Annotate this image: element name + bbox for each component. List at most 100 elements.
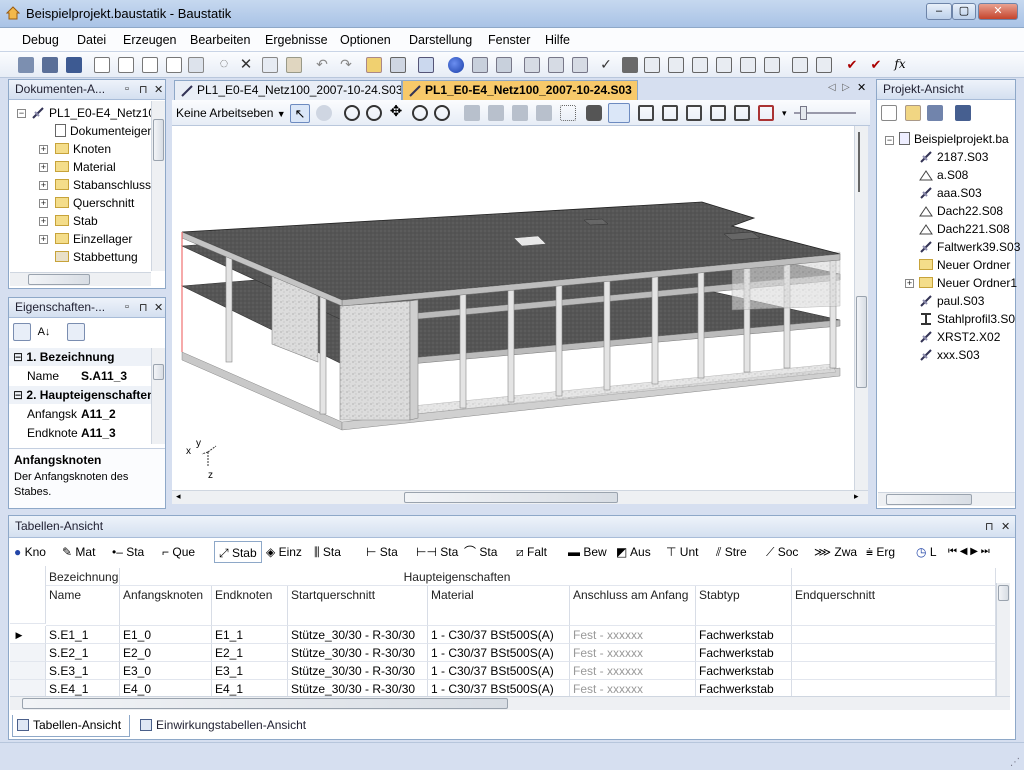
scroll-thumb[interactable] [886, 494, 972, 505]
project-item[interactable]: Stahlprofil3.S0 [919, 310, 1015, 328]
menu-fenster[interactable]: Fenster [488, 33, 530, 47]
rotate-icon[interactable] [472, 57, 488, 73]
layer-up-icon[interactable] [716, 57, 732, 73]
panel-close-icon[interactable]: ✕ [154, 83, 163, 96]
project-item[interactable]: Faltwerk39.S03 [919, 238, 1020, 256]
table-cell[interactable]: E1_1 [212, 626, 288, 644]
table-cell[interactable]: Fest - xxxxxx [570, 680, 696, 696]
prev-icon[interactable]: ◀ [960, 546, 968, 557]
tool-zwangsbedingung[interactable]: ⋙ Zwa [814, 541, 857, 563]
cube-icon[interactable] [390, 57, 406, 73]
scroll-thumb[interactable] [153, 364, 164, 380]
expand-icon[interactable]: + [39, 235, 48, 244]
scroll-thumb[interactable] [28, 274, 90, 285]
row-selector[interactable] [10, 662, 46, 680]
project-item[interactable]: Dach221.S08 [919, 220, 1010, 238]
pen-icon[interactable] [622, 57, 638, 73]
layer-copy-icon[interactable] [764, 57, 780, 73]
documents-hscrollbar[interactable] [10, 272, 151, 286]
expand-icon[interactable]: + [39, 199, 48, 208]
categorized-icon[interactable] [13, 323, 31, 341]
bottom-tab-tabellen[interactable]: Tabellen-Ansicht [12, 715, 130, 737]
panel-close-icon[interactable]: ✕ [154, 301, 163, 314]
text-icon[interactable] [692, 57, 708, 73]
tree-item-stabbettung[interactable]: Stabbettung [55, 248, 138, 266]
table-cell[interactable]: E1_0 [120, 626, 212, 644]
bottom-tab-einwirkung[interactable]: Einwirkungstabellen-Ansicht [136, 715, 316, 737]
printer-icon[interactable] [188, 57, 204, 73]
tool-knoten[interactable]: ● Kno [14, 541, 46, 563]
undo-icon[interactable]: ↶ [314, 57, 330, 73]
pin-icon[interactable]: ⊓ [985, 520, 994, 533]
viewport-vscrollbar[interactable] [854, 126, 868, 490]
edit-node-icon[interactable] [496, 57, 512, 73]
check-alt-icon[interactable]: ✔ [868, 57, 884, 73]
table-cell[interactable] [792, 680, 996, 696]
project-item[interactable]: 2187.S03 [919, 148, 988, 166]
view-side-icon[interactable] [536, 105, 552, 121]
tree-item-querschnitt[interactable]: Querschnitt [55, 194, 134, 212]
table-cell[interactable]: Fachwerkstab [696, 626, 792, 644]
row-selector-active[interactable]: ▶ [10, 626, 46, 644]
first-icon[interactable]: ⏮ [948, 546, 957, 557]
table-cell[interactable]: E4_1 [212, 680, 288, 696]
table-cell[interactable]: Stütze_30/30 - R-30/30 [288, 626, 428, 644]
project-root[interactable]: Beispielprojekt.ba [899, 130, 1009, 148]
view-top-icon[interactable] [488, 105, 504, 121]
table-cell[interactable] [792, 644, 996, 662]
zoom-all-icon[interactable] [434, 105, 450, 121]
cut-icon[interactable]: ✕ [238, 57, 254, 73]
new-folder-icon[interactable] [905, 105, 921, 121]
tree-item-stabanschluss[interactable]: Stabanschluss [55, 176, 151, 194]
tree-item-stab[interactable]: Stab [55, 212, 98, 230]
panel-menu-icon[interactable]: ▫ [125, 301, 129, 313]
tool-querschnitt[interactable]: ⌐ Que [162, 541, 195, 563]
frame-filled-icon[interactable] [662, 105, 678, 121]
save-icon[interactable] [66, 57, 82, 73]
zoom-window-icon[interactable] [412, 105, 428, 121]
table-cell[interactable]: 1 - C30/37 BSt500S(A) [428, 644, 570, 662]
project-hscrollbar[interactable] [878, 492, 1015, 506]
table-cell[interactable]: Fest - xxxxxx [570, 626, 696, 644]
toolbar-overflow-icon[interactable]: ▾ [782, 108, 787, 119]
load-icon[interactable] [524, 57, 540, 73]
tool-aussparung[interactable]: ◩ Aus [616, 541, 651, 563]
table-cell[interactable]: Stütze_30/30 - R-30/30 [288, 662, 428, 680]
print-icon[interactable] [166, 57, 182, 73]
frame-icon[interactable] [638, 105, 654, 121]
pin-icon[interactable]: ⊓ [139, 83, 148, 96]
house-icon[interactable] [710, 105, 726, 121]
project-item[interactable]: a.S08 [919, 166, 968, 184]
close-button[interactable]: ✕ [978, 3, 1018, 20]
prop-anfangsknoten-value[interactable]: A11_2 [81, 405, 116, 423]
table-cell[interactable]: Stütze_30/30 - R-30/30 [288, 680, 428, 696]
project-item[interactable]: Neuer Ordner1 [919, 274, 1017, 292]
tool-stabanschluss[interactable]: •– Sta [112, 541, 144, 563]
dimension-icon[interactable] [668, 57, 684, 73]
table-cell[interactable]: Fachwerkstab [696, 680, 792, 696]
copy-icon[interactable] [262, 57, 278, 73]
zoom-in-icon[interactable] [344, 105, 360, 121]
table-cell[interactable]: S.E2_1 [46, 644, 120, 662]
menu-optionen[interactable]: Optionen [340, 33, 391, 47]
sphere-icon[interactable] [448, 57, 464, 73]
save-all-icon[interactable] [927, 105, 943, 121]
last-icon[interactable]: ⏭ [981, 546, 990, 557]
scroll-thumb[interactable] [22, 698, 508, 709]
tab-document-1[interactable]: PL1_E0-E4_Netz100_2007-10-24.S03 [174, 80, 402, 100]
pin-icon[interactable]: ⊓ [139, 301, 148, 314]
table-cell[interactable]: E3_1 [212, 662, 288, 680]
grid-icon[interactable] [560, 105, 576, 121]
table-cell[interactable]: E2_1 [212, 644, 288, 662]
monitor-icon[interactable] [418, 57, 434, 73]
table-cell[interactable]: 1 - C30/37 BSt500S(A) [428, 680, 570, 696]
expand-icon[interactable]: + [39, 145, 48, 154]
tab-close-icon[interactable]: ✕ [857, 81, 866, 94]
view-iso-icon[interactable] [464, 105, 480, 121]
col-header-stabtyp[interactable]: Stabtyp [696, 586, 792, 626]
table-cell[interactable] [792, 662, 996, 680]
layer-down-icon[interactable] [740, 57, 756, 73]
scroll-thumb[interactable] [998, 585, 1009, 601]
tree-item-knoten[interactable]: Knoten [55, 140, 111, 158]
col-header-anfangsknoten[interactable]: Anfangsknoten [120, 586, 212, 626]
